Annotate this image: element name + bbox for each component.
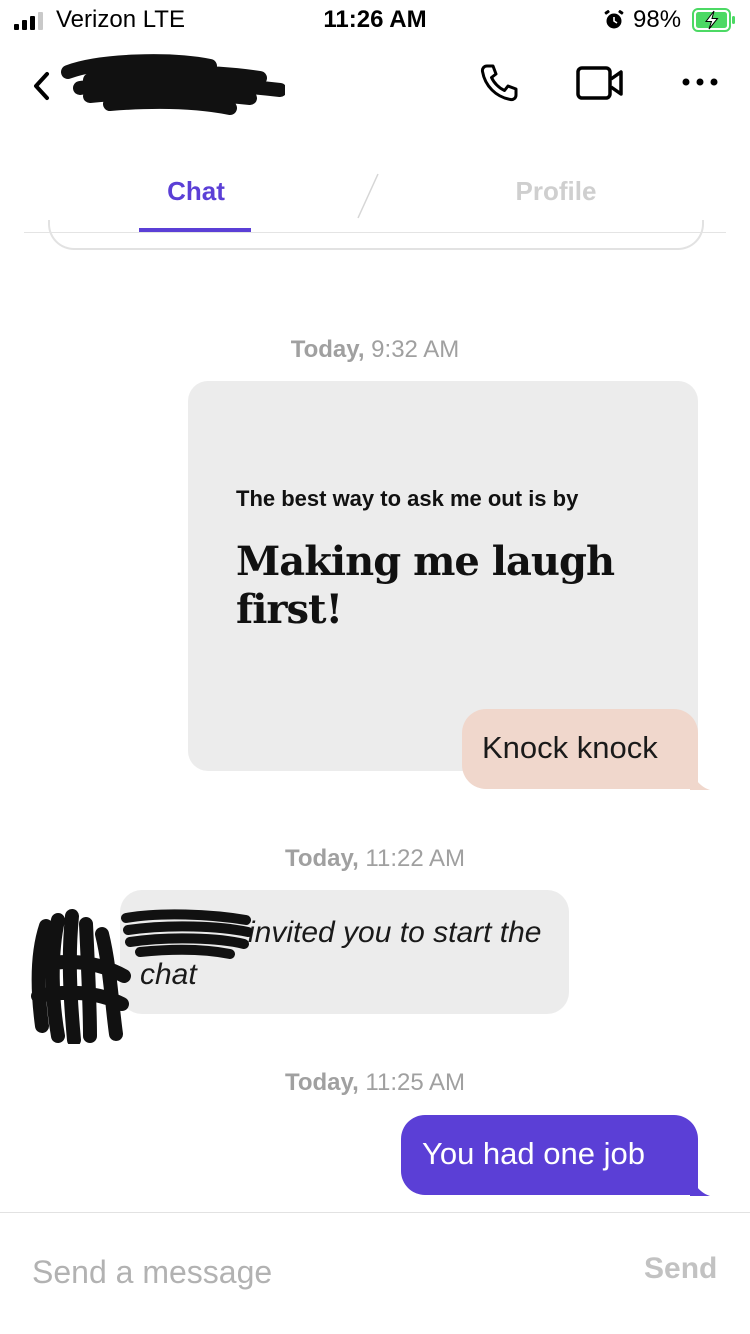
active-tab-indicator [139,228,251,232]
more-options-icon[interactable] [680,72,720,92]
inviter-name-redaction [121,909,252,959]
alarm-icon [604,10,624,29]
sent-message-text: You had one job [422,1136,645,1171]
battery-charging-icon [692,8,735,32]
back-chevron-icon[interactable] [28,68,54,104]
avatar-redaction [31,909,131,1044]
timestamp: Today, 9:32 AM [290,336,460,363]
video-camera-icon[interactable] [576,64,624,102]
profile-card-edge [48,220,704,250]
message-input[interactable] [32,1250,592,1294]
status-bar: Verizon LTE 11:26 AM 98% [0,0,750,40]
bubble-tail [690,762,710,790]
timestamp: Today, 11:22 AM [284,845,466,872]
tabs-divider [24,232,726,233]
send-button[interactable]: Send [644,1252,717,1286]
phone-icon[interactable] [478,62,520,104]
reply-text: Knock knock [482,730,658,765]
tab-chat[interactable]: Chat [0,176,392,207]
tab-profile[interactable]: Profile [360,176,750,207]
prompt-answer: Making me laugh first! [236,538,615,633]
battery-percent: 98% [633,6,682,33]
contact-name-redaction [61,54,285,115]
prompt-question: The best way to ask me out is by [236,486,579,511]
bubble-tail [690,1168,710,1196]
timestamp: Today, 11:25 AM [284,1069,466,1096]
composer-divider [0,1212,750,1213]
